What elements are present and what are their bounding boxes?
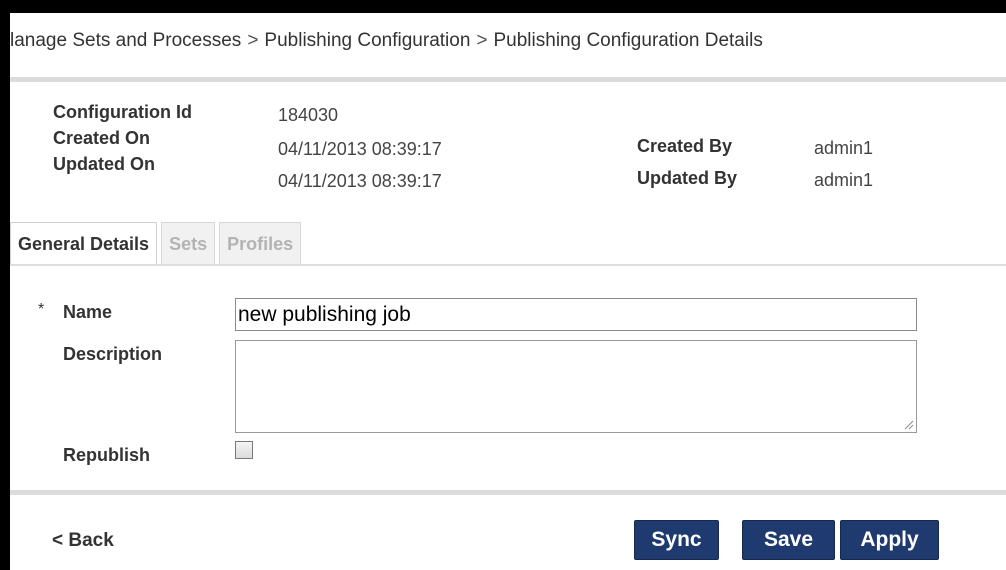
tab-divider [10,264,1006,266]
republish-checkbox[interactable] [235,441,253,459]
updated-on-value: 04/11/2013 08:39:17 [278,171,442,191]
created-on-value: 04/11/2013 08:39:17 [278,139,442,159]
description-label: Description [63,344,163,364]
back-link[interactable]: < Back [52,530,114,552]
created-by-label: Created By [637,136,733,156]
save-button[interactable]: Save [742,520,835,560]
required-marker: * [38,301,45,318]
window-frame-top [0,0,1006,13]
republish-label: Republish [63,445,151,465]
description-textarea[interactable] [235,340,917,433]
tab-bar: General Details Sets Profiles [10,222,305,264]
breadcrumb-separator: > [476,30,488,51]
created-on-label: Created On [53,128,151,148]
apply-button[interactable]: Apply [840,520,939,560]
back-link-label: < Back [52,530,114,551]
name-label: Name [63,302,113,322]
footer-divider [10,490,1006,495]
sync-button[interactable]: Sync [634,520,719,560]
updated-by-label: Updated By [637,168,738,188]
breadcrumb-item-configuration-details: Publishing Configuration Details [493,30,763,51]
header-divider [10,77,1006,82]
tab-sets[interactable]: Sets [161,222,216,264]
config-id-label: Configuration Id [53,102,192,122]
breadcrumb-item-publishing-configuration[interactable]: Publishing Configuration [264,30,470,52]
breadcrumb-item-manage-sets[interactable]: lanage Sets and Processes [10,30,241,52]
resize-grip-icon[interactable] [902,418,914,430]
updated-on-label: Updated On [53,154,155,174]
updated-by-value: admin1 [814,170,874,190]
window-frame-left [0,0,10,570]
created-by-value: admin1 [814,138,874,158]
tab-general-details[interactable]: General Details [10,222,158,264]
tab-profiles[interactable]: Profiles [219,222,302,264]
config-id-value: 184030 [278,105,339,125]
breadcrumb-separator: > [247,30,259,51]
name-input[interactable] [235,298,917,331]
breadcrumb: lanage Sets and Processes > Publishing Con… [10,30,1006,56]
